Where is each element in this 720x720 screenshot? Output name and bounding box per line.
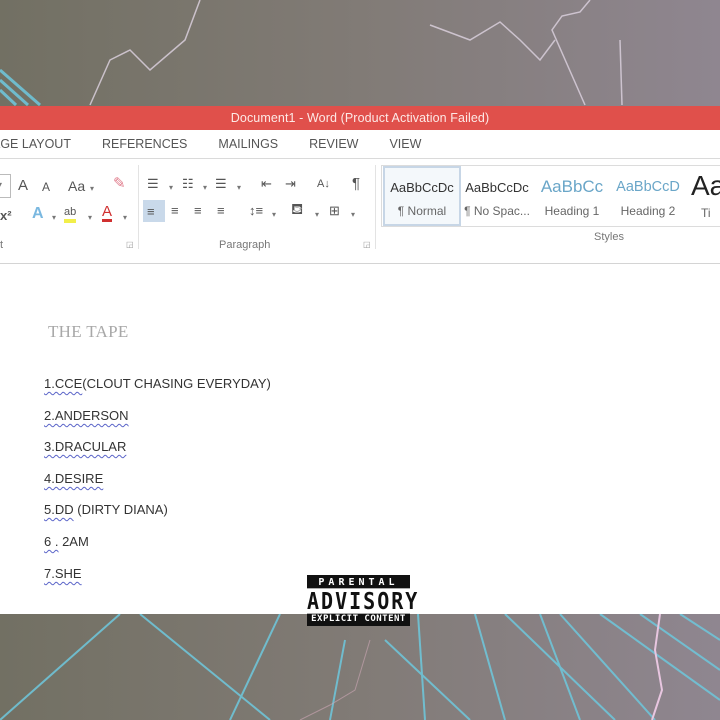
- tab-references[interactable]: REFERENCES: [102, 137, 187, 151]
- style-preview: AaBbCcDc: [390, 180, 454, 195]
- font-color-icon[interactable]: A: [102, 204, 113, 222]
- track-item: 4.DESIRE: [44, 471, 103, 486]
- align-right-icon[interactable]: ≡: [194, 204, 202, 218]
- parental-advisory-label: PARENTAL ADVISORY EXPLICIT CONTENT: [307, 575, 420, 626]
- tab-mailings[interactable]: MAILINGS: [218, 137, 278, 151]
- bullets-icon[interactable]: ☰: [147, 177, 159, 191]
- track-number: 5.DD: [44, 502, 74, 517]
- numbering-icon[interactable]: ☷: [182, 177, 194, 191]
- paragraph-dialog-launcher[interactable]: ◲: [363, 240, 371, 249]
- font-color-dropdown[interactable]: ▾: [123, 211, 127, 225]
- track-number: 7.SHE: [44, 566, 82, 581]
- tab-page-layout[interactable]: AGE LAYOUT: [0, 137, 71, 151]
- shading-icon[interactable]: ⛾: [291, 202, 303, 217]
- track-title: (DIRTY DIANA): [73, 502, 168, 517]
- style-preview: Aa: [691, 170, 720, 201]
- increase-indent-icon[interactable]: ⇥: [285, 177, 296, 191]
- bullets-dropdown[interactable]: ▾: [169, 181, 173, 195]
- style-name: ¶ Normal: [397, 204, 447, 218]
- clear-formatting-icon[interactable]: ✎: [113, 176, 126, 191]
- style-preview: AaBbCc: [540, 177, 604, 196]
- grow-font-icon[interactable]: A: [18, 178, 28, 193]
- track-item: 7.SHE: [44, 566, 82, 581]
- multilevel-list-dropdown[interactable]: ▾: [237, 181, 241, 195]
- font-group-label: t: [0, 239, 4, 251]
- style-preview: AaBbCcDc: [465, 180, 529, 195]
- paragraph-group-label: Paragraph: [219, 239, 271, 251]
- style-name: Heading 1: [544, 204, 600, 218]
- multilevel-list-icon[interactable]: ☰: [215, 177, 227, 191]
- decrease-indent-icon[interactable]: ⇤: [261, 177, 272, 191]
- highlight-icon[interactable]: ab: [64, 205, 77, 223]
- style-heading-2[interactable]: AaBbCcD Heading 2: [611, 168, 685, 224]
- line-spacing-icon[interactable]: ↕≡: [249, 204, 263, 218]
- font-dialog-launcher[interactable]: ◲: [126, 240, 134, 249]
- text-effects-dropdown[interactable]: ▾: [52, 211, 56, 225]
- word-window: Document1 - Word (Product Activation Fai…: [0, 106, 720, 614]
- style-name: Ti: [701, 206, 711, 220]
- justify-icon[interactable]: ≡: [217, 204, 225, 218]
- track-number: 2.ANDERSON: [44, 408, 129, 423]
- track-number: 6 .: [44, 534, 59, 549]
- text-effects-icon[interactable]: A: [32, 206, 44, 222]
- styles-gallery: AaBbCcDc ¶ Normal AaBbCcDc ¶ No Spac... …: [381, 165, 720, 227]
- superscript-icon[interactable]: x²: [0, 209, 12, 223]
- paragraph-group: ☰ ▾ ☷ ▾ ☰ ▾ ⇤ ⇥ A↓ ¶ ≡ ≡ ≡ ≡ ↕≡ ▾ ⛾ ▾ ⊞ …: [139, 159, 375, 257]
- style-name: Heading 2: [620, 204, 676, 218]
- style-heading-1[interactable]: AaBbCc Heading 1: [535, 168, 609, 224]
- tab-view[interactable]: VIEW: [389, 137, 421, 151]
- sort-icon[interactable]: A↓: [317, 177, 330, 191]
- shading-dropdown[interactable]: ▾: [315, 208, 319, 222]
- track-number: 4.DESIRE: [44, 471, 104, 486]
- shrink-font-icon[interactable]: A: [42, 180, 50, 194]
- borders-icon[interactable]: ⊞: [329, 204, 340, 218]
- style-title[interactable]: Aa Ti: [687, 168, 720, 224]
- font-size-dropdown[interactable]: ▾: [0, 174, 11, 198]
- track-number: 3.DRACULAR: [44, 439, 127, 454]
- title-bar: Document1 - Word (Product Activation Fai…: [0, 106, 720, 130]
- highlight-dropdown[interactable]: ▾: [88, 211, 92, 225]
- track-item: 2.ANDERSON: [44, 408, 129, 423]
- style-normal[interactable]: AaBbCcDc ¶ Normal: [383, 166, 461, 226]
- document-title: THE TAPE: [48, 322, 129, 341]
- ribbon: ▾ A A Aa ▾ ✎ x² A ▾ ab ▾ A ▾ t ◲ ☰ ▾ ☷ ▾…: [0, 158, 720, 264]
- numbering-dropdown[interactable]: ▾: [203, 181, 207, 195]
- align-left-button[interactable]: ≡: [143, 200, 165, 222]
- divider: [375, 165, 376, 249]
- track-item: 6 . 2AM: [44, 534, 89, 549]
- line-spacing-dropdown[interactable]: ▾: [272, 208, 276, 222]
- window-title: Document1 - Word (Product Activation Fai…: [230, 111, 490, 125]
- align-center-icon[interactable]: ≡: [171, 204, 179, 218]
- ribbon-tabs: AGE LAYOUT REFERENCES MAILINGS REVIEW VI…: [0, 130, 720, 158]
- show-marks-icon[interactable]: ¶: [352, 176, 360, 191]
- styles-group-label: Styles: [594, 231, 624, 243]
- change-case-icon[interactable]: Aa: [68, 179, 85, 193]
- borders-dropdown[interactable]: ▾: [351, 208, 355, 222]
- style-name: ¶ No Spac...: [464, 204, 530, 218]
- track-title: 2AM: [58, 534, 89, 549]
- font-group: ▾ A A Aa ▾ ✎ x² A ▾ ab ▾ A ▾ t ◲: [0, 159, 138, 257]
- track-number: 1.CCE: [44, 376, 83, 391]
- document-page[interactable]: THE TAPE 1.CCE(CLOUT CHASING EVERYDAY) 2…: [0, 266, 720, 614]
- tab-review[interactable]: REVIEW: [309, 137, 358, 151]
- style-no-spacing[interactable]: AaBbCcDc ¶ No Spac...: [460, 168, 534, 224]
- change-case-dropdown[interactable]: ▾: [90, 182, 94, 196]
- track-title: (CLOUT CHASING EVERYDAY): [82, 376, 271, 391]
- advisory-line-3: EXPLICIT CONTENT: [311, 614, 406, 624]
- advisory-line-2: ADVISORY: [307, 587, 420, 615]
- style-preview: AaBbCcD: [616, 179, 680, 195]
- track-item: 5.DD (DIRTY DIANA): [44, 502, 168, 517]
- track-item: 1.CCE(CLOUT CHASING EVERYDAY): [44, 376, 271, 391]
- track-item: 3.DRACULAR: [44, 439, 126, 454]
